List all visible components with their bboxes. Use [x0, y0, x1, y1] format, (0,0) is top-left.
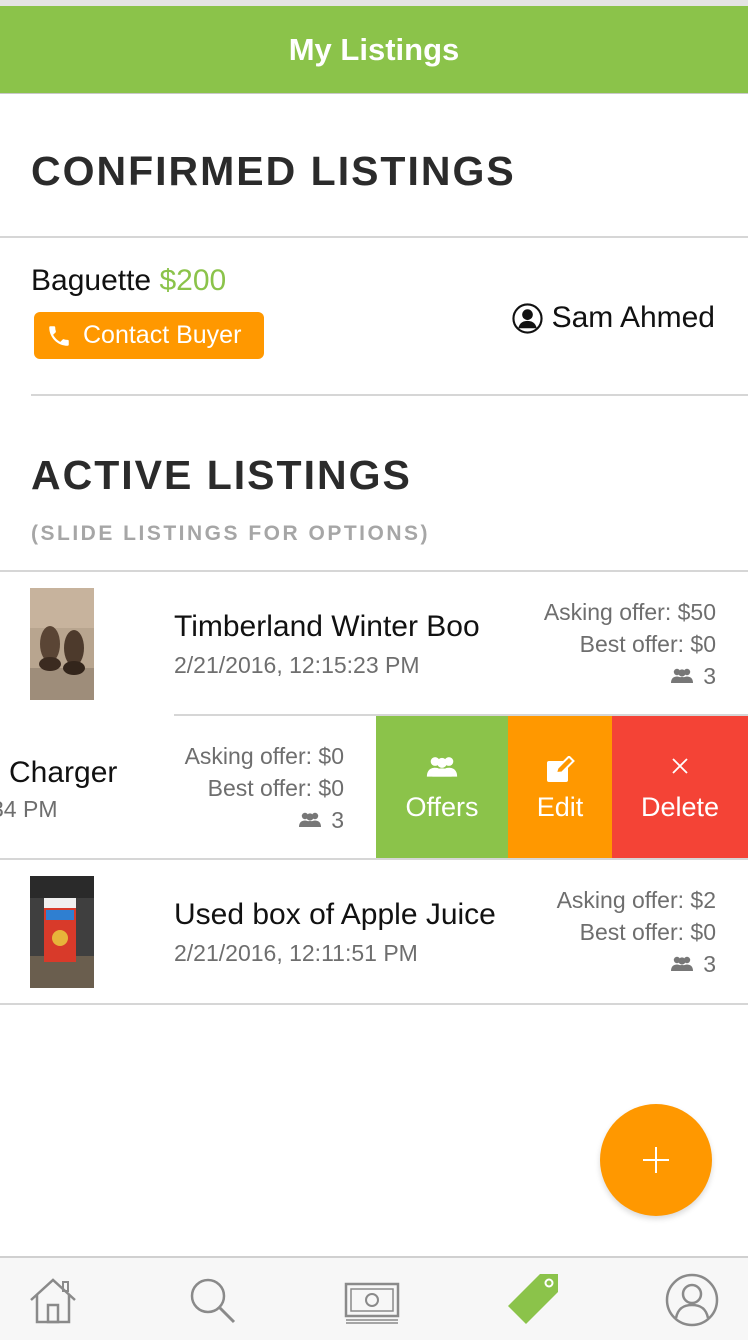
confirmed-listing-title[interactable]: Baguette $200 — [31, 264, 226, 298]
edit-action-button[interactable]: Edit — [508, 716, 612, 859]
active-listings-heading: ACTIVE LISTINGS — [31, 452, 412, 498]
contact-buyer-label: Contact Buyer — [83, 321, 242, 349]
listing-thumbnail-boots — [30, 588, 94, 700]
money-icon — [344, 1282, 400, 1324]
tab-sell[interactable] — [344, 1272, 400, 1328]
confirmed-item-price: $200 — [159, 264, 227, 297]
plus-icon — [643, 1147, 669, 1173]
delete-action-button[interactable]: Delete — [612, 716, 748, 859]
profile-icon — [665, 1273, 719, 1327]
home-icon — [30, 1278, 76, 1324]
divider — [31, 394, 748, 396]
add-listing-button[interactable] — [600, 1104, 712, 1216]
search-icon — [190, 1278, 236, 1324]
divider — [0, 1003, 748, 1005]
divider — [0, 236, 748, 238]
confirmed-listings-heading: CONFIRMED LISTINGS — [31, 148, 516, 194]
asking-offer: Asking offer: $50 — [543, 599, 716, 625]
listing-offers-summary: Asking offer: $50 Best offer: $0 3 — [544, 596, 716, 692]
contact-buyer-button[interactable]: Contact Buyer — [34, 312, 264, 359]
offers-action-button[interactable]: Offers — [376, 716, 508, 859]
offer-count: 3 — [298, 804, 344, 836]
edit-icon — [547, 756, 575, 782]
buyer-info: Sam Ahmed — [511, 301, 715, 335]
listing-title: Timberland Winter Boo — [174, 610, 480, 643]
swiped-listing-content[interactable]: Charger 34 PM Asking offer: $0 Best offe… — [0, 716, 376, 859]
listing-date: 2/21/2016, 12:15:23 PM — [174, 652, 420, 678]
person-icon — [511, 302, 543, 334]
best-offer: Best offer: $0 — [579, 919, 716, 945]
listing-row[interactable]: Used box of Apple Juice 2/21/2016, 12:11… — [0, 860, 748, 1003]
tab-profile[interactable] — [664, 1272, 720, 1328]
listing-row[interactable]: Timberland Winter Boo 2/21/2016, 12:15:2… — [0, 572, 748, 715]
listing-date: 34 PM — [0, 796, 58, 822]
nav-bar: My Listings — [0, 6, 748, 94]
listing-row-swiped[interactable]: Charger 34 PM Asking offer: $0 Best offe… — [0, 716, 748, 859]
page-title: My Listings — [288, 32, 460, 67]
tab-search[interactable] — [184, 1272, 240, 1328]
edit-action-label: Edit — [536, 792, 584, 822]
asking-offer: Asking offer: $2 — [556, 887, 716, 913]
offer-count-value: 3 — [331, 807, 344, 833]
best-offer: Best offer: $0 — [579, 631, 716, 657]
group-icon — [426, 757, 458, 777]
best-offer: Best offer: $0 — [207, 775, 344, 801]
listing-offers-summary: Asking offer: $2 Best offer: $0 3 — [557, 884, 716, 980]
offers-action-label: Offers — [405, 792, 479, 822]
listing-offers-summary: Asking offer: $0 Best offer: $0 3 — [185, 740, 344, 836]
tab-my-listings[interactable] — [504, 1272, 560, 1328]
tab-home[interactable] — [25, 1272, 81, 1328]
offer-count: 3 — [670, 660, 716, 692]
group-icon — [299, 812, 322, 827]
listing-date: 2/21/2016, 12:11:51 PM — [174, 940, 418, 966]
buyer-name: Sam Ahmed — [551, 301, 715, 334]
listing-title: Used box of Apple Juice — [174, 898, 496, 931]
confirmed-item-name: Baguette — [31, 264, 152, 297]
active-listings-hint: (SLIDE LISTINGS FOR OPTIONS) — [31, 522, 431, 545]
close-icon — [672, 758, 688, 774]
listing-title: Charger — [9, 756, 118, 789]
offer-count-value: 3 — [703, 951, 716, 977]
offer-count-value: 3 — [703, 663, 716, 689]
listing-thumbnail-juice — [30, 876, 94, 988]
group-icon — [671, 668, 694, 683]
offer-count: 3 — [670, 948, 716, 980]
delete-action-label: Delete — [640, 792, 720, 822]
asking-offer: Asking offer: $0 — [184, 743, 344, 769]
tab-bar — [0, 1256, 748, 1340]
phone-icon — [49, 325, 69, 346]
group-icon — [671, 956, 694, 971]
tag-icon — [508, 1274, 558, 1324]
